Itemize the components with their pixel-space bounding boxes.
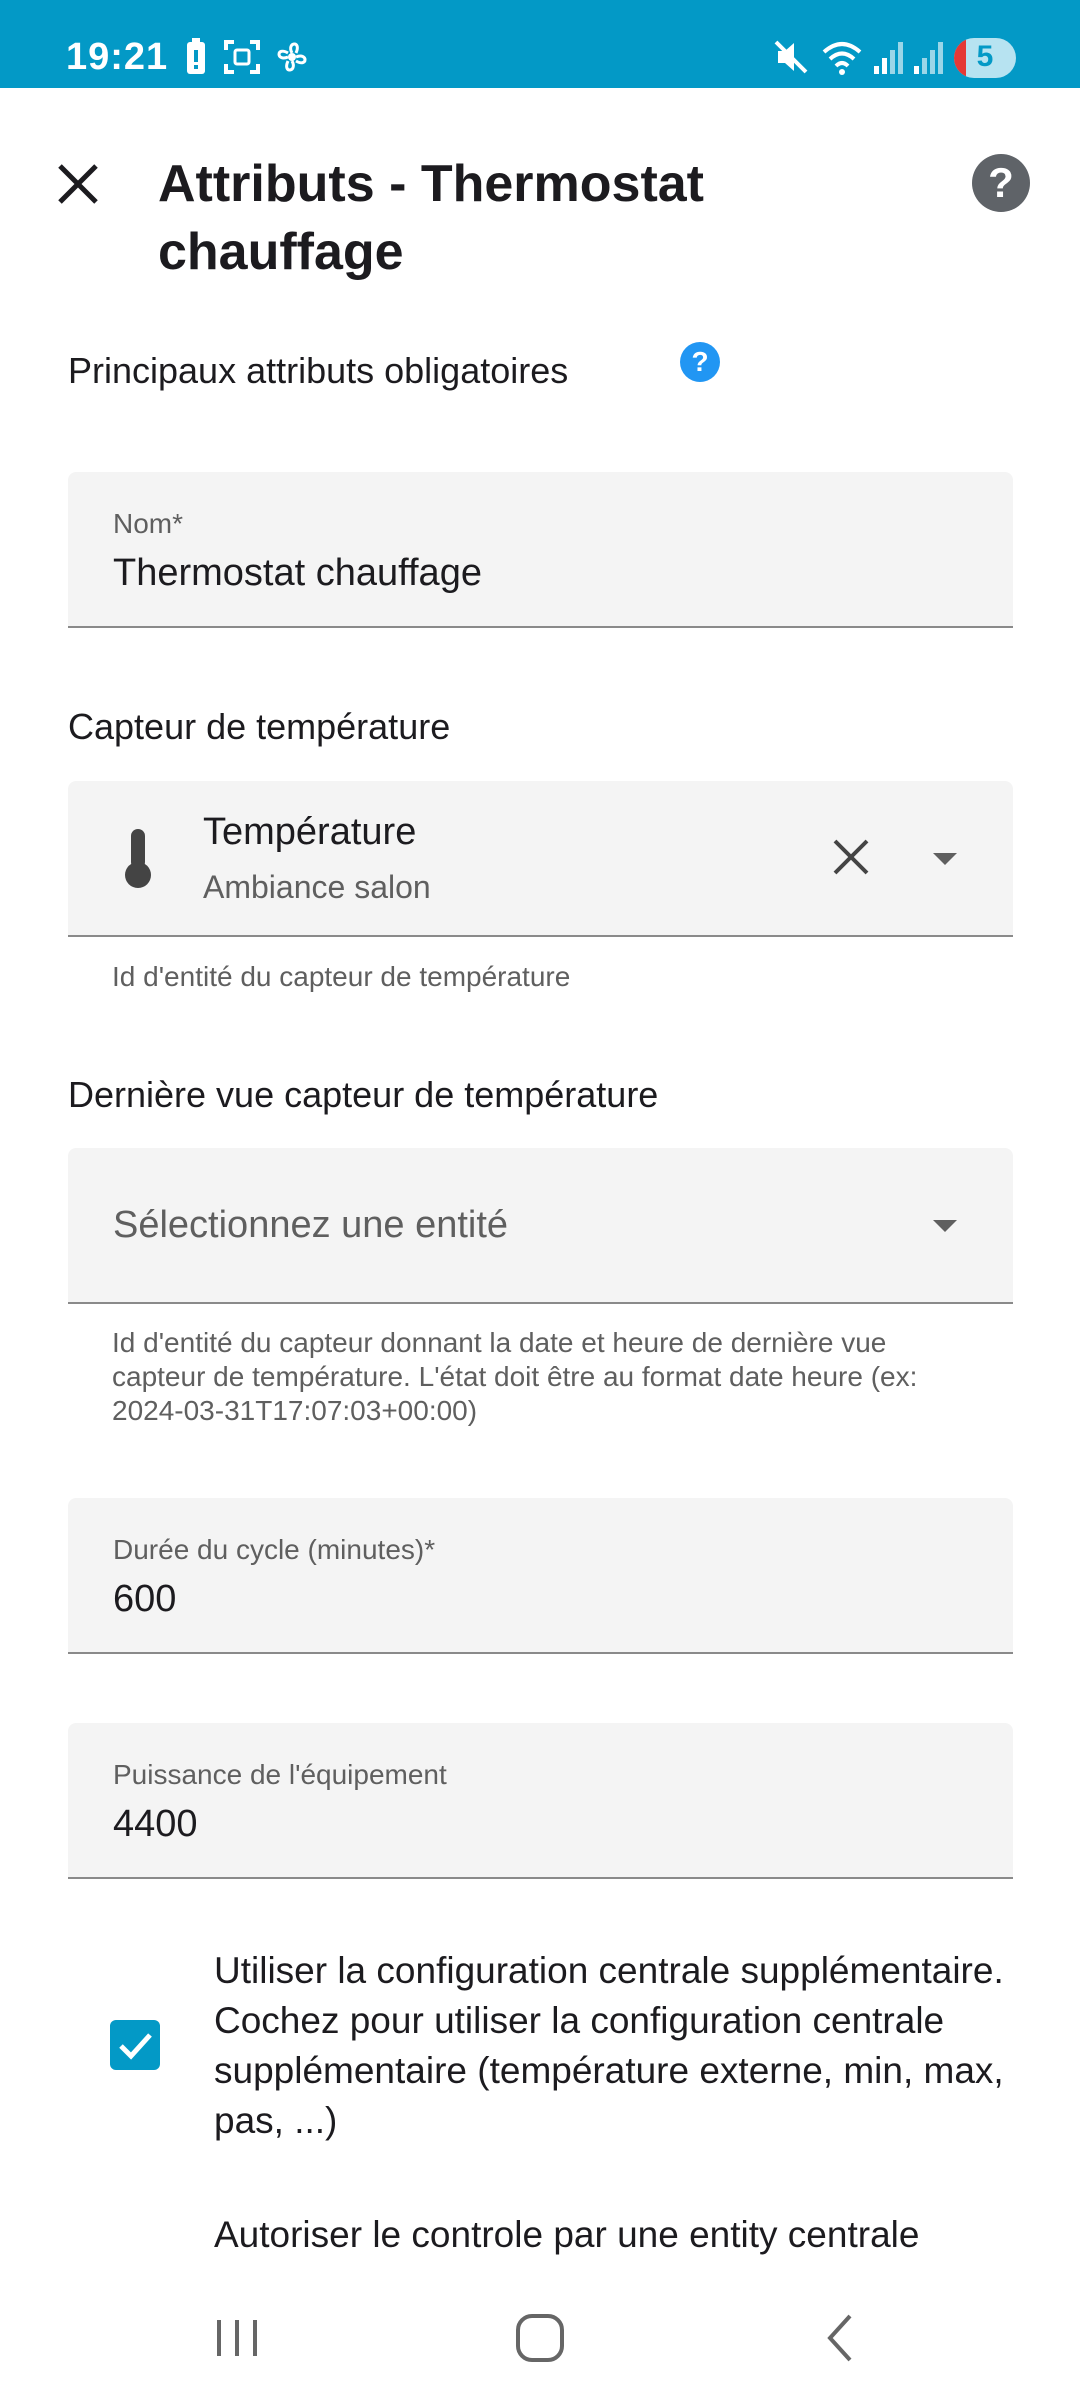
temp-sensor-entity-name: Température bbox=[203, 811, 417, 853]
central-control-label[interactable]: Autoriser le controle par une entity cen… bbox=[214, 2210, 1074, 2260]
page-title: Attributs - Thermostat chauffage bbox=[158, 155, 704, 281]
power-field-value: 4400 bbox=[113, 1803, 198, 1845]
info-icon[interactable]: ? bbox=[680, 342, 720, 382]
help-icon[interactable]: ? bbox=[972, 154, 1030, 212]
fan-icon bbox=[277, 42, 307, 72]
last-seen-helper: Id d'entité du capteur donnant la date e… bbox=[112, 1327, 918, 1426]
close-icon[interactable] bbox=[52, 158, 104, 210]
cycle-duration-label: Durée du cycle (minutes)* bbox=[113, 1534, 436, 1565]
cycle-duration-field[interactable]: Durée du cycle (minutes)* 600 bbox=[68, 1498, 1013, 1654]
home-icon[interactable] bbox=[500, 2298, 580, 2378]
mute-icon bbox=[774, 40, 808, 74]
battery-saver-icon bbox=[187, 38, 205, 74]
temp-sensor-entity-area: Ambiance salon bbox=[203, 869, 431, 905]
signal-icon-2 bbox=[914, 42, 943, 74]
name-field-label: Nom* bbox=[113, 508, 184, 539]
section-main-label: Principaux attributs obligatoires bbox=[68, 350, 569, 391]
battery-level: 5 bbox=[976, 40, 994, 73]
central-config-checkbox[interactable] bbox=[110, 2020, 160, 2070]
last-seen-placeholder: Sélectionnez une entité bbox=[113, 1204, 509, 1246]
recent-apps-icon[interactable] bbox=[197, 2298, 277, 2378]
chevron-down-icon-2[interactable] bbox=[933, 1220, 957, 1232]
last-seen-picker[interactable]: Sélectionnez une entité bbox=[68, 1148, 1013, 1304]
temp-sensor-picker[interactable]: Température Ambiance salon bbox=[68, 781, 1013, 937]
thermometer-icon bbox=[125, 829, 151, 888]
central-config-label: Utiliser la configuration centrale suppl… bbox=[214, 1950, 1004, 2141]
navigation-bar bbox=[0, 2270, 1080, 2400]
back-icon[interactable] bbox=[802, 2298, 882, 2378]
name-field[interactable]: Nom* Thermostat chauffage bbox=[68, 472, 1013, 628]
last-seen-section-label: Dernière vue capteur de température bbox=[68, 1074, 659, 1115]
clear-icon[interactable] bbox=[829, 835, 873, 879]
chevron-down-icon[interactable] bbox=[933, 853, 957, 865]
screenshot-icon bbox=[224, 40, 260, 74]
battery-icon: 5 bbox=[954, 38, 1016, 78]
cycle-duration-value: 600 bbox=[113, 1578, 177, 1620]
wifi-icon bbox=[822, 42, 862, 75]
temp-sensor-section-label: Capteur de température bbox=[68, 706, 451, 747]
temp-sensor-helper: Id d'entité du capteur de température bbox=[112, 961, 571, 992]
status-bar: 19:21 5 bbox=[0, 0, 1080, 88]
power-field[interactable]: Puissance de l'équipement 4400 bbox=[68, 1723, 1013, 1879]
status-time: 19:21 bbox=[66, 36, 169, 78]
power-field-label: Puissance de l'équipement bbox=[113, 1759, 447, 1790]
name-field-value: Thermostat chauffage bbox=[113, 552, 482, 594]
signal-icon bbox=[874, 42, 903, 74]
